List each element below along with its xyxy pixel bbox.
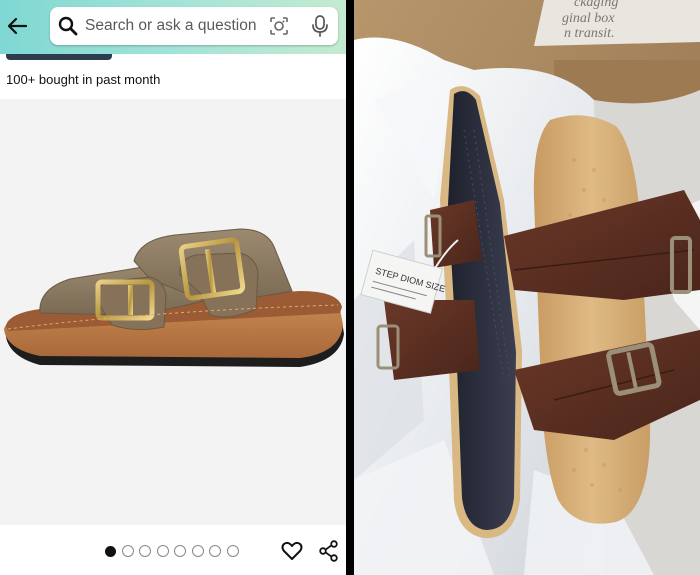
back-button[interactable] [4, 13, 30, 39]
arrow-left-icon [7, 17, 28, 35]
product-sandal-image [4, 228, 344, 367]
carousel-dot[interactable] [209, 545, 221, 557]
received-item-photo: ckaging ginal box n transit. STEP DIOM S… [354, 0, 700, 575]
box-print-line2: ginal box [562, 11, 615, 26]
search-bar[interactable] [50, 7, 338, 45]
purchase-count-label: 100+ bought in past month [6, 72, 161, 87]
box-print-line1: ckaging [574, 0, 618, 10]
carousel-dot[interactable] [105, 545, 116, 557]
carousel-dot[interactable] [121, 545, 134, 557]
carousel-dot[interactable] [174, 545, 186, 557]
header-underlay [0, 54, 346, 64]
product-image-viewer[interactable] [0, 99, 346, 525]
microphone-icon[interactable] [309, 14, 331, 38]
carousel-dot[interactable] [156, 545, 169, 557]
carousel-dot[interactable] [191, 545, 204, 557]
app-header [0, 0, 346, 54]
search-input[interactable] [85, 7, 265, 45]
carousel-dot[interactable] [139, 545, 151, 557]
image-carousel-indicator[interactable] [105, 545, 239, 557]
box-print-line3: n transit. [564, 26, 615, 41]
share-icon[interactable] [319, 540, 339, 562]
carousel-dot[interactable] [226, 545, 239, 557]
product-listing-screenshot: 100+ bought in past month [0, 0, 346, 575]
received-sandal-photo: ckaging ginal box n transit. STEP DIOM S… [354, 0, 700, 575]
panel-divider [346, 0, 354, 575]
camera-lens-icon[interactable] [268, 15, 290, 37]
search-icon [58, 16, 78, 36]
heart-icon[interactable] [281, 541, 303, 561]
partial-banner [6, 54, 112, 60]
